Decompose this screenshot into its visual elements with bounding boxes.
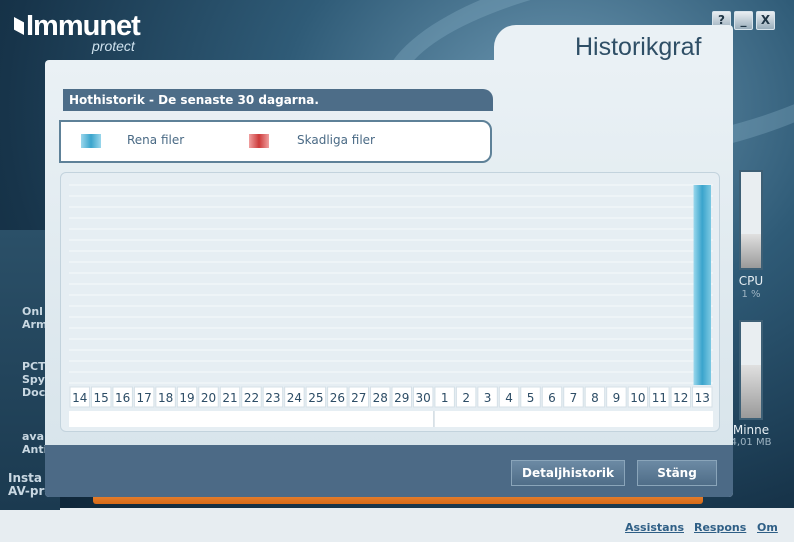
background-item-line: Arm — [22, 318, 48, 331]
minimize-button[interactable]: _ — [734, 11, 753, 30]
day-tick-label: 4 — [505, 391, 513, 405]
chart-detail-strip — [69, 411, 713, 427]
day-tick-label: 16 — [115, 391, 130, 405]
memory-gauge-fill — [741, 365, 761, 418]
day-tick-label: 27 — [351, 391, 366, 405]
link-om[interactable]: Om — [757, 521, 778, 534]
chart-bar[interactable] — [693, 185, 711, 385]
memory-gauge — [739, 320, 763, 420]
day-tick-label: 11 — [652, 391, 667, 405]
legend-label-clean: Rena filer — [127, 133, 185, 147]
history-chart: 14 15 16 17 18 19 20 21 22 23 24 25 26 27 28 29 30 1 2 3 4 5 6… — [60, 172, 720, 432]
history-chart-svg: 14 15 16 17 18 19 20 21 22 23 24 25 26 27 28 29 30 1 2 3 4 5 6… — [69, 184, 713, 427]
day-tick-label: 13 — [695, 391, 710, 405]
cpu-label: CPU — [738, 274, 764, 288]
day-tick-label: 30 — [416, 391, 431, 405]
close-window-button[interactable]: X — [756, 11, 775, 30]
day-tick-label: 9 — [613, 391, 621, 405]
memory-label: Minne — [732, 423, 770, 437]
day-tick-label: 12 — [673, 391, 688, 405]
day-tick-label: 18 — [158, 391, 173, 405]
day-tick-label: 10 — [630, 391, 645, 405]
day-tick-label: 20 — [201, 391, 216, 405]
day-tick-label: 25 — [308, 391, 323, 405]
day-tick-label: 22 — [244, 391, 259, 405]
detail-history-button[interactable]: Detaljhistorik — [511, 460, 625, 486]
day-tick-label: 8 — [591, 391, 599, 405]
legend-swatch-malicious — [249, 134, 269, 148]
cpu-value: 1 % — [741, 289, 761, 300]
day-tick-label: 5 — [527, 391, 535, 405]
day-tick-label: 21 — [222, 391, 237, 405]
dialog-title: Historikgraf — [575, 33, 702, 61]
day-tick-label: 2 — [462, 391, 470, 405]
day-tick-label: 19 — [179, 391, 194, 405]
day-tick-label: 28 — [373, 391, 388, 405]
day-tick-label: 14 — [72, 391, 87, 405]
dialog-footer — [45, 445, 733, 497]
link-assistans[interactable]: Assistans — [625, 521, 684, 534]
background-item-line: Onl — [22, 305, 43, 318]
cpu-gauge — [739, 170, 763, 270]
legend-swatch-clean — [81, 134, 101, 148]
day-tick-label: 15 — [94, 391, 109, 405]
history-graph-dialog: Historikgraf Hothistorik - De senaste 30… — [45, 25, 733, 497]
day-tick-label: 6 — [548, 391, 556, 405]
day-tick-label: 23 — [265, 391, 280, 405]
memory-value: 4,01 MB — [730, 437, 772, 448]
cpu-gauge-fill — [741, 234, 761, 268]
day-tick-label: 24 — [287, 391, 302, 405]
close-button[interactable]: Stäng — [637, 460, 717, 486]
section-header: Hothistorik - De senaste 30 dagarna. — [63, 89, 493, 111]
day-tick-label: 7 — [570, 391, 578, 405]
logo-mark-icon — [14, 17, 24, 35]
day-tick-label: 1 — [441, 391, 449, 405]
day-tick-label: 29 — [394, 391, 409, 405]
day-tick-label: 3 — [484, 391, 492, 405]
day-tick-label: 17 — [136, 391, 151, 405]
chart-legend: Rena filer Skadliga filer — [59, 120, 492, 163]
day-tick-label: 26 — [330, 391, 345, 405]
link-respons[interactable]: Respons — [694, 521, 746, 534]
legend-label-malicious: Skadliga filer — [297, 133, 375, 147]
background-item-online-armor[interactable]: Onl Arm — [22, 305, 47, 331]
